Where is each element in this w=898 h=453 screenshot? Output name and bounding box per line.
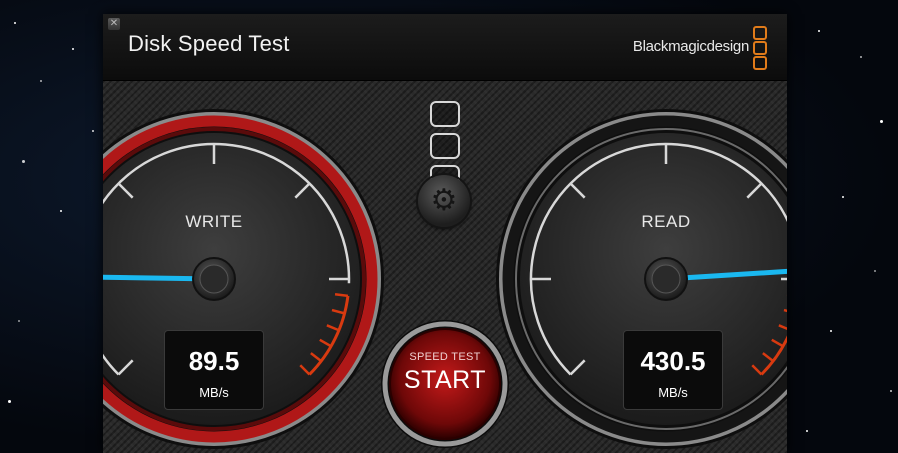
write-value: 89.5 [188, 346, 240, 376]
read-value: 430.5 [640, 346, 706, 376]
read-unit: MB/s [658, 385, 688, 400]
logo-box-icon [430, 133, 460, 159]
write-redline-tick [334, 293, 349, 298]
start-button-subtitle: SPEED TEST [409, 351, 481, 363]
read-readout: 430.5 MB/s [623, 330, 723, 410]
blackmagic-logo-icon [753, 26, 767, 70]
write-label: WRITE [185, 212, 243, 231]
app-title: Disk Speed Test [128, 31, 290, 56]
title-bar: ✕ Disk Speed Test Blackmagicdesign [103, 14, 787, 81]
write-unit: MB/s [199, 385, 229, 400]
settings-button[interactable]: ⚙ [418, 175, 470, 227]
brand-name: Blackmagicdesign [632, 38, 749, 55]
logo-box-icon [430, 101, 460, 127]
gear-icon: ⚙ [430, 183, 458, 218]
start-button-label: START [403, 366, 487, 394]
read-label: READ [641, 212, 691, 231]
write-readout: 89.5 MB/s [164, 330, 264, 410]
close-icon[interactable]: ✕ [108, 18, 120, 30]
